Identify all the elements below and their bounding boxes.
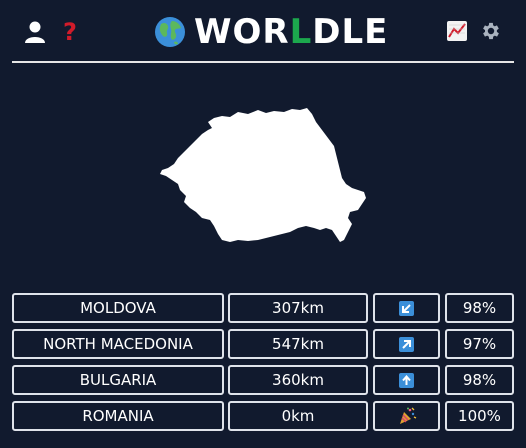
guess-distance: 0km [228, 401, 368, 431]
guess-percent: 98% [445, 293, 514, 323]
guess-row: NORTH MACEDONIA 547km 97% [12, 329, 514, 359]
app-title-text: WORLDLE [194, 12, 388, 52]
app-title: WORLDLE [154, 12, 388, 52]
guess-direction [373, 293, 440, 323]
northeast-arrow-icon [399, 336, 414, 352]
header-divider [12, 61, 514, 63]
guess-country: ROMANIA [12, 401, 224, 431]
guess-row: MOLDOVA 307km 98% [12, 293, 514, 323]
gear-icon[interactable] [480, 19, 502, 43]
title-prefix: WOR [194, 12, 290, 52]
header: ? WORLDLE [0, 0, 526, 62]
title-accent: L [289, 12, 313, 52]
globe-icon [155, 17, 185, 47]
guess-distance: 360km [228, 365, 368, 395]
country-silhouette [160, 108, 366, 242]
guess-direction [373, 329, 440, 359]
guess-distance: 547km [228, 329, 368, 359]
guess-direction [373, 365, 440, 395]
guess-row: ROMANIA 0km 100% [12, 401, 514, 431]
southwest-arrow-icon [399, 300, 414, 316]
guess-country: MOLDOVA [12, 293, 224, 323]
title-suffix: DLE [312, 12, 389, 52]
guess-percent: 97% [445, 329, 514, 359]
user-icon[interactable] [24, 20, 46, 44]
stats-chart-icon[interactable] [446, 20, 468, 42]
up-arrow-icon [399, 372, 414, 388]
guess-percent: 98% [445, 365, 514, 395]
guess-country: BULGARIA [12, 365, 224, 395]
guess-country: NORTH MACEDONIA [12, 329, 224, 359]
guess-row: BULGARIA 360km 98% [12, 365, 514, 395]
help-icon[interactable]: ? [58, 18, 82, 46]
guess-percent: 100% [445, 401, 514, 431]
guess-distance: 307km [228, 293, 368, 323]
party-popper-icon [399, 407, 416, 424]
guess-direction [373, 401, 440, 431]
